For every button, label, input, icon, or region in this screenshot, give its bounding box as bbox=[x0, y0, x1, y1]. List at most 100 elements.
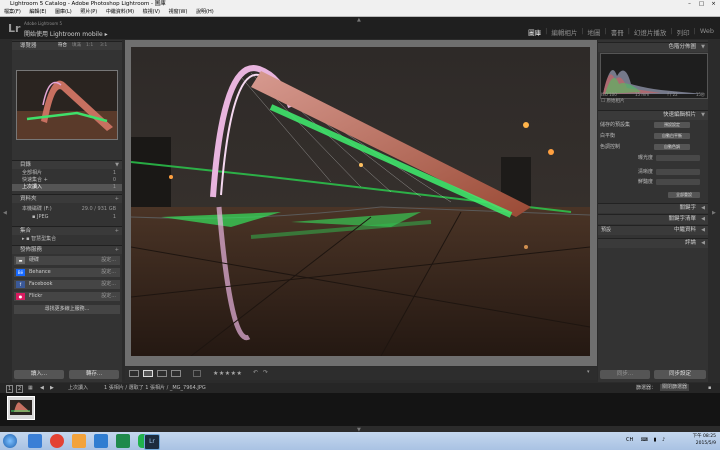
menu-window[interactable]: 視窗(W) bbox=[169, 9, 188, 15]
collection-row[interactable]: ▸ ▪ 智慧型集合 bbox=[12, 236, 122, 243]
zoom-fit[interactable]: 符合 bbox=[58, 42, 67, 50]
module-print[interactable]: 列印 bbox=[677, 27, 690, 37]
exposure-stepper[interactable] bbox=[656, 155, 700, 161]
main-window-button[interactable]: 1 bbox=[6, 385, 14, 393]
sync-settings-button[interactable]: 同步設定 bbox=[654, 370, 706, 379]
ie-icon[interactable] bbox=[28, 434, 42, 448]
export-button[interactable]: 轉存... bbox=[69, 370, 119, 379]
right-panel-toggle-icon[interactable]: ▶ bbox=[712, 210, 716, 216]
module-develop[interactable]: 編輯相片 bbox=[551, 27, 577, 37]
back-icon[interactable]: ◀ bbox=[40, 383, 44, 393]
mobile-link[interactable]: 開始使用 Lightroom mobile ▸ bbox=[24, 29, 108, 38]
menu-help[interactable]: 說明(H) bbox=[196, 9, 214, 15]
menu-metadata[interactable]: 中繼資料(M) bbox=[106, 9, 134, 15]
folder-row[interactable]: ▪ JPEG 1 bbox=[12, 214, 122, 221]
rotate-right-icon[interactable]: ↷ bbox=[263, 369, 268, 376]
clock[interactable]: 下午 08:25 2015/5/9 bbox=[693, 433, 716, 447]
zoom-fill[interactable]: 填滿 bbox=[72, 42, 81, 50]
original-photo-checkbox[interactable]: ☐ 原始相片 bbox=[601, 98, 624, 104]
publish-header[interactable]: 發佈服務 + bbox=[12, 245, 122, 254]
start-button[interactable] bbox=[3, 434, 17, 448]
menu-view[interactable]: 檢視(V) bbox=[143, 9, 160, 15]
catalog-header[interactable]: 目錄 ▼ bbox=[12, 160, 122, 169]
media-player-icon[interactable] bbox=[72, 434, 86, 448]
volume-row[interactable]: 本機磁碟 (F:) 29.0 / 931 GB bbox=[12, 206, 122, 213]
publish-setup-button[interactable]: 設定... bbox=[101, 268, 116, 277]
survey-view-icon[interactable] bbox=[171, 370, 181, 377]
white-balance-select[interactable]: 自動白平衡 bbox=[654, 133, 690, 139]
comments-header[interactable]: 評論 ◀ bbox=[598, 238, 708, 248]
network-icon[interactable]: ▮ bbox=[654, 437, 657, 443]
secondary-window-button[interactable]: 2 bbox=[16, 385, 24, 393]
publish-setup-button[interactable]: 設定... bbox=[101, 256, 116, 265]
saved-preset-select[interactable]: 預設設定 bbox=[654, 122, 690, 128]
catalog-row-last-import[interactable]: 上次讀入 1 bbox=[12, 184, 122, 191]
left-panel-toggle-icon[interactable]: ◀ bbox=[3, 210, 7, 216]
chrome-icon[interactable] bbox=[50, 434, 64, 448]
navigator-header[interactable]: 導覽器 符合 填滿 1:1 3:1 bbox=[12, 41, 122, 50]
publish-row-harddrive[interactable]: ▬ 硬碟 設定... bbox=[14, 256, 120, 265]
rating-stars[interactable]: ★★★★★ bbox=[213, 370, 242, 377]
excel-icon[interactable] bbox=[116, 434, 130, 448]
publish-row-flickr[interactable]: ● Flickr 設定... bbox=[14, 292, 120, 301]
module-web[interactable]: Web bbox=[700, 27, 714, 37]
menu-library[interactable]: 圖庫(L) bbox=[55, 9, 72, 15]
language-indicator[interactable]: CH bbox=[626, 437, 633, 443]
metadata-preset-select[interactable]: 預設 bbox=[601, 226, 611, 235]
loupe-view-icon[interactable] bbox=[143, 370, 153, 377]
publish-setup-button[interactable]: 設定... bbox=[101, 280, 116, 289]
publish-setup-button[interactable]: 設定... bbox=[101, 292, 116, 301]
reset-all-button[interactable]: 全部重設 bbox=[668, 192, 700, 198]
clarity-stepper[interactable] bbox=[656, 169, 700, 175]
keywording-header[interactable]: 關鍵字 ◀ bbox=[598, 203, 708, 213]
histogram-header[interactable]: 色階分佈圖 ▼ bbox=[598, 42, 708, 52]
main-photo[interactable] bbox=[130, 47, 592, 357]
catalog-row-quick[interactable]: 快速集合 + 0 bbox=[12, 177, 122, 184]
metadata-header[interactable]: 預設 中繼資料 ◀ bbox=[598, 225, 708, 235]
maximize-button[interactable]: □ bbox=[697, 0, 706, 8]
explorer-icon[interactable] bbox=[94, 434, 108, 448]
auto-tone-button[interactable]: 自動色調 bbox=[654, 144, 690, 150]
minimize-button[interactable]: – bbox=[685, 0, 694, 8]
menu-photo[interactable]: 照片(P) bbox=[80, 9, 97, 15]
folders-header[interactable]: 資料夾 + bbox=[12, 194, 122, 203]
find-more-services-button[interactable]: 尋找更多線上服務... bbox=[14, 305, 120, 314]
module-library[interactable]: 圖庫 bbox=[528, 27, 541, 37]
publish-row-facebook[interactable]: f Facebook 設定... bbox=[14, 280, 120, 289]
close-button[interactable]: × bbox=[709, 0, 718, 8]
filmstrip-source[interactable]: 上次讀入 bbox=[68, 383, 88, 393]
zoom-1-1[interactable]: 1:1 bbox=[86, 42, 93, 50]
add-folder-icon[interactable]: + bbox=[115, 195, 119, 203]
grid-view-icon[interactable] bbox=[129, 370, 139, 377]
keyword-list-header[interactable]: 關鍵字清單 ◀ bbox=[598, 214, 708, 224]
catalog-row-all[interactable]: 全部相片 1 bbox=[12, 170, 122, 177]
collections-header[interactable]: 集合 + bbox=[12, 226, 122, 235]
module-slideshow[interactable]: 幻燈片播放 bbox=[634, 27, 667, 37]
grid-icon[interactable]: ▦ bbox=[28, 383, 33, 393]
lightroom-icon[interactable]: Lr bbox=[144, 434, 160, 450]
add-service-icon[interactable]: + bbox=[115, 246, 119, 254]
forward-icon[interactable]: ▶ bbox=[50, 383, 54, 393]
menu-edit[interactable]: 編輯(E) bbox=[29, 9, 46, 15]
add-collection-icon[interactable]: + bbox=[115, 227, 119, 235]
toolbar-menu-icon[interactable]: ▾ bbox=[587, 369, 590, 375]
filmstrip-thumbnail[interactable] bbox=[7, 396, 35, 420]
filter-toggle-icon[interactable]: ▪ bbox=[708, 383, 711, 393]
compare-view-icon[interactable] bbox=[157, 370, 167, 377]
sync-button[interactable]: 同步... bbox=[600, 370, 650, 379]
module-book[interactable]: 書冊 bbox=[611, 27, 624, 37]
module-map[interactable]: 地圖 bbox=[588, 27, 601, 37]
top-panel-toggle-icon[interactable]: ▲ bbox=[357, 17, 361, 23]
painter-icon[interactable] bbox=[193, 370, 201, 377]
rotate-left-icon[interactable]: ↶ bbox=[253, 369, 258, 376]
navigator-preview[interactable] bbox=[16, 70, 118, 140]
quick-develop-header[interactable]: 快速編輯相片 ▼ bbox=[598, 110, 708, 120]
import-button[interactable]: 讀入... bbox=[14, 370, 64, 379]
menu-file[interactable]: 檔案(F) bbox=[4, 9, 21, 15]
filter-select[interactable]: 關閉篩選器 bbox=[660, 384, 690, 391]
publish-row-behance[interactable]: Bē Behance 設定... bbox=[14, 268, 120, 277]
zoom-3-1[interactable]: 3:1 bbox=[100, 42, 107, 50]
vibrance-stepper[interactable] bbox=[656, 179, 700, 185]
volume-icon[interactable]: ♪ bbox=[662, 437, 665, 443]
keyboard-icon[interactable]: ⌨ bbox=[641, 437, 648, 443]
